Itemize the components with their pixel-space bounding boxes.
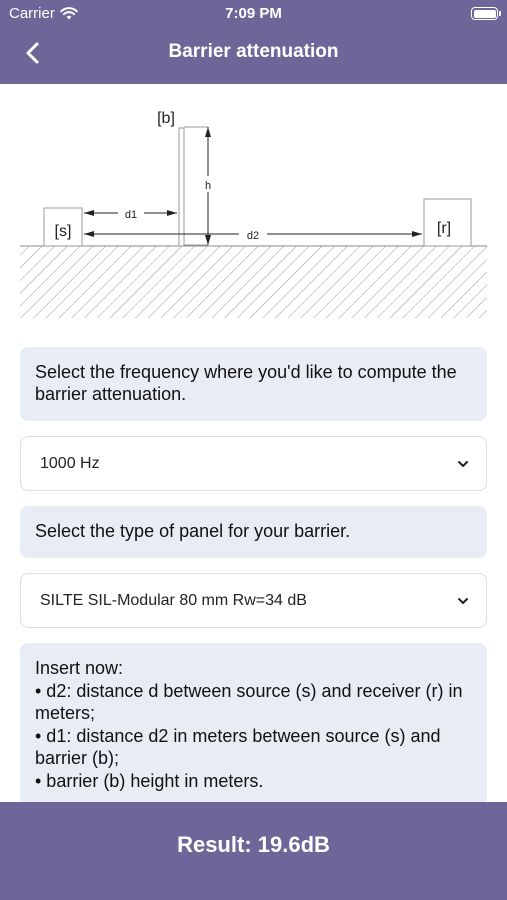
status-time: 7:09 PM [225, 5, 282, 22]
instructions-heading: Insert now: [35, 658, 124, 678]
instruction-item-d2: • d2: distance d between source (s) and … [35, 680, 463, 724]
chevron-down-icon [458, 461, 468, 467]
panel-select-value: SILTE SIL-Modular 80 mm Rw=34 dB [40, 591, 307, 609]
instruction-item-d1: • d1: distance d2 in meters between sour… [35, 725, 441, 769]
height-label: h [205, 180, 211, 192]
panel-prompt-text: Select the type of panel for your barrie… [35, 521, 351, 541]
battery-icon [471, 7, 501, 20]
frequency-select[interactable]: 1000 Hz [20, 436, 487, 491]
panel-select[interactable]: SILTE SIL-Modular 80 mm Rw=34 dB [20, 573, 487, 628]
instruction-item-height: • barrier (b) height in meters. [35, 770, 264, 791]
chevron-down-icon [458, 598, 468, 604]
frequency-prompt-text: Select the frequency where you'd like to… [35, 362, 457, 404]
result-text: Result: 19.6dB [177, 832, 330, 857]
d2-label: d2 [247, 230, 259, 242]
page-title: Barrier attenuation [168, 41, 339, 62]
status-bar: Carrier 7:09 PM [0, 0, 507, 28]
d1-label: d1 [125, 209, 137, 221]
barrier-wall [178, 127, 185, 247]
barrier-diagram: [s] [b] h d1 d2 [r] [20, 110, 487, 318]
frequency-select-value: 1000 Hz [40, 454, 100, 472]
source-label: [s] [55, 223, 72, 240]
ground-hatch [20, 246, 487, 318]
header: Carrier 7:09 PM Barrier attenuation [0, 0, 507, 84]
result-bar: Result: 19.6dB [0, 802, 507, 900]
frequency-prompt-card: Select the frequency where you'd like to… [20, 347, 487, 421]
panel-prompt-card: Select the type of panel for your barrie… [20, 506, 487, 558]
receiver-label: [r] [437, 220, 451, 237]
instructions-card: Insert now: • d2: distance d between sou… [20, 643, 487, 813]
barrier-label: [b] [157, 110, 175, 127]
